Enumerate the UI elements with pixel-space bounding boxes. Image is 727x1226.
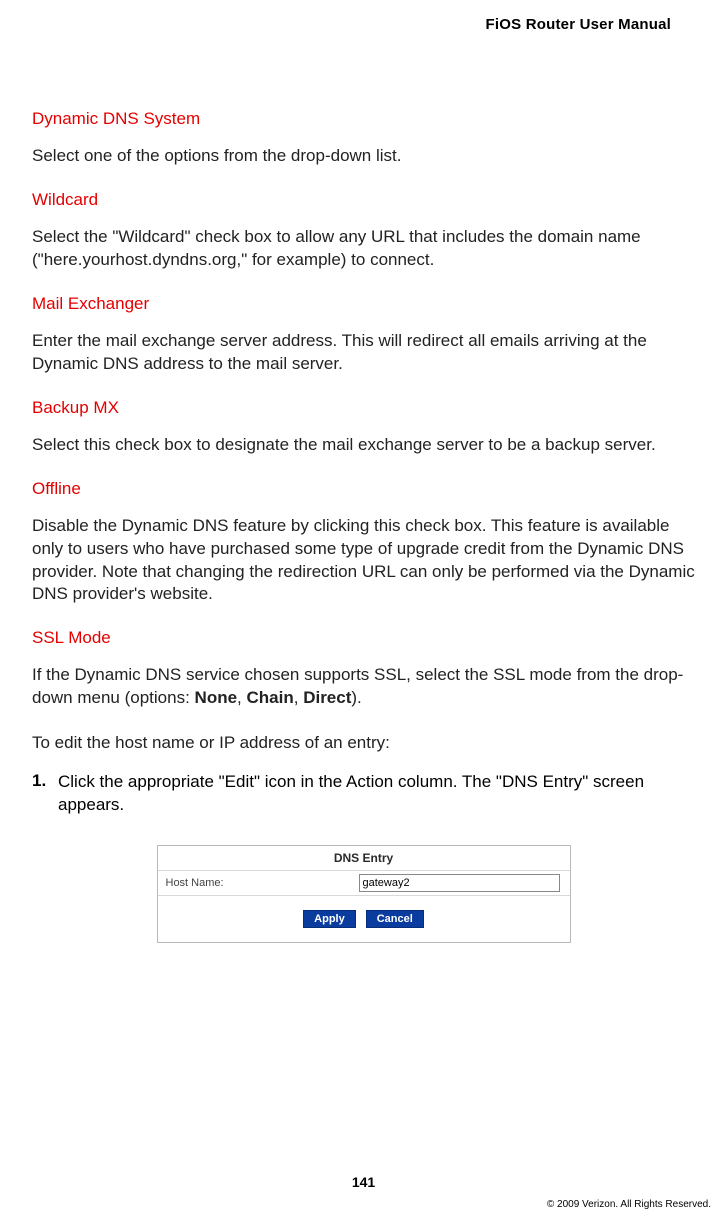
step-number-1: 1. <box>32 771 58 817</box>
heading-mail-exchanger: Mail Exchanger <box>32 294 695 314</box>
text-ssl-mode: If the Dynamic DNS service chosen suppor… <box>32 664 695 710</box>
page-number: 141 <box>0 1174 727 1190</box>
heading-offline: Offline <box>32 479 695 499</box>
ssl-opt-direct: Direct <box>303 688 351 707</box>
step-text-1: Click the appropriate "Edit" icon in the… <box>58 771 695 817</box>
heading-ddns: Dynamic DNS System <box>32 109 695 129</box>
ssl-opt-chain: Chain <box>247 688 294 707</box>
ssl-text-after: ). <box>351 688 361 707</box>
dns-entry-figure: DNS Entry Host Name: Apply Cancel <box>157 845 571 943</box>
apply-button[interactable]: Apply <box>303 910 356 928</box>
text-wildcard: Select the "Wildcard" check box to allow… <box>32 226 695 272</box>
host-name-input[interactable] <box>359 874 560 892</box>
document-title: FiOS Router User Manual <box>32 16 695 33</box>
figure-title: DNS Entry <box>158 846 570 871</box>
heading-backup-mx: Backup MX <box>32 398 695 418</box>
host-name-label: Host Name: <box>166 877 359 889</box>
cancel-button[interactable]: Cancel <box>366 910 424 928</box>
ssl-opt-none: None <box>195 688 238 707</box>
heading-wildcard: Wildcard <box>32 190 695 210</box>
copyright: © 2009 Verizon. All Rights Reserved. <box>547 1199 711 1210</box>
text-offline: Disable the Dynamic DNS feature by click… <box>32 515 695 607</box>
text-mail-exchanger: Enter the mail exchange server address. … <box>32 330 695 376</box>
edit-intro: To edit the host name or IP address of a… <box>32 732 695 755</box>
heading-ssl-mode: SSL Mode <box>32 628 695 648</box>
text-ddns: Select one of the options from the drop-… <box>32 145 695 168</box>
text-backup-mx: Select this check box to designate the m… <box>32 434 695 457</box>
